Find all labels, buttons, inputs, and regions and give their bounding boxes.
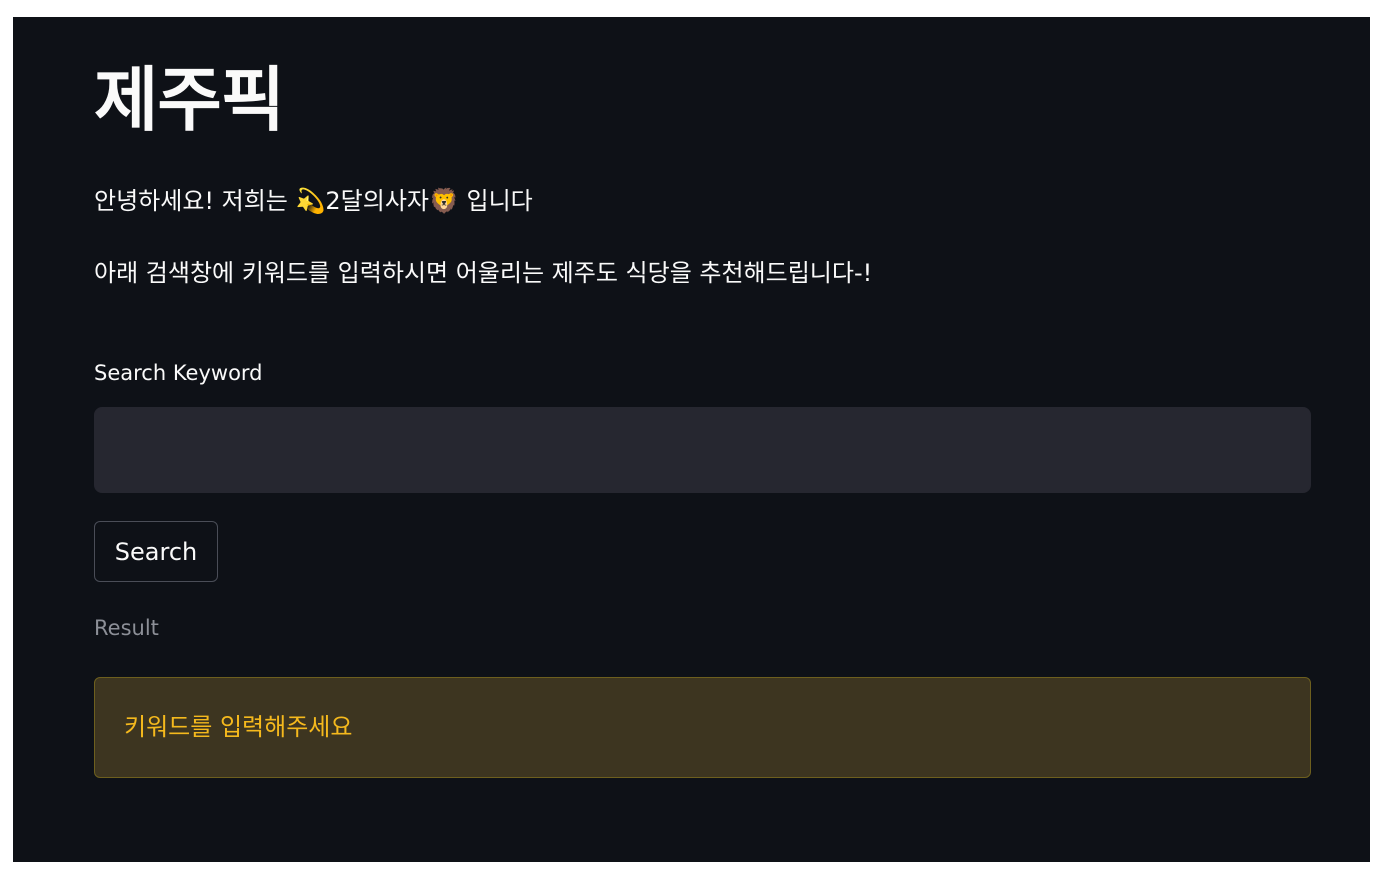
intro-text: 안녕하세요! 저희는 💫2달의사자🦁 입니다 bbox=[94, 187, 533, 215]
page-title: 제주픽 bbox=[94, 59, 285, 141]
search-button[interactable]: Search bbox=[94, 521, 218, 582]
search-input[interactable] bbox=[94, 407, 1311, 493]
result-label: Result bbox=[94, 616, 159, 640]
app-main: 제주픽 안녕하세요! 저희는 💫2달의사자🦁 입니다 아래 검색창에 키워드를 … bbox=[13, 17, 1370, 862]
result-alert: 키워드를 입력해주세요 bbox=[94, 677, 1311, 778]
result-message: 키워드를 입력해주세요 bbox=[124, 713, 353, 741]
search-keyword-label: Search Keyword bbox=[94, 361, 263, 385]
description-text: 아래 검색창에 키워드를 입력하시면 어울리는 제주도 식당을 추천해드립니다-… bbox=[94, 259, 873, 287]
